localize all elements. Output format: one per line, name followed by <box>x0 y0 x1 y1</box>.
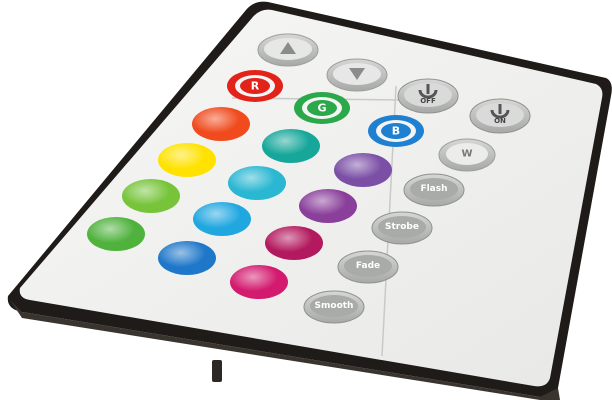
red-button[interactable]: R <box>227 70 283 102</box>
green-button[interactable]: G <box>294 92 350 124</box>
fade-button[interactable]: Fade <box>337 250 399 284</box>
flash-button[interactable]: Flash <box>403 173 465 207</box>
white-label: W <box>461 149 472 160</box>
battery-compartment-notch <box>212 360 222 382</box>
smooth-label: Smooth <box>315 301 354 311</box>
blue-label: B <box>392 125 400 138</box>
remote-illustration: OFF ON R G B W Flash Strobe Fade Smooth <box>7 1 612 400</box>
off-label: OFF <box>420 97 436 105</box>
flash-label: Flash <box>420 184 447 194</box>
fade-label: Fade <box>356 261 380 271</box>
brightness-up-button[interactable] <box>257 33 319 67</box>
brightness-down-button[interactable] <box>326 58 388 92</box>
white-button[interactable]: W <box>438 138 496 172</box>
smooth-button[interactable]: Smooth <box>303 290 365 324</box>
red-label: R <box>251 80 260 93</box>
off-button[interactable]: OFF <box>397 78 459 114</box>
blue-button[interactable]: B <box>368 115 424 147</box>
strobe-button[interactable]: Strobe <box>371 211 433 245</box>
on-label: ON <box>494 117 506 125</box>
green-label: G <box>317 102 326 115</box>
strobe-label: Strobe <box>385 222 419 232</box>
on-button[interactable]: ON <box>469 98 531 134</box>
remote-photo: OFF ON R G B W Flash Strobe Fade Smooth <box>0 0 612 400</box>
